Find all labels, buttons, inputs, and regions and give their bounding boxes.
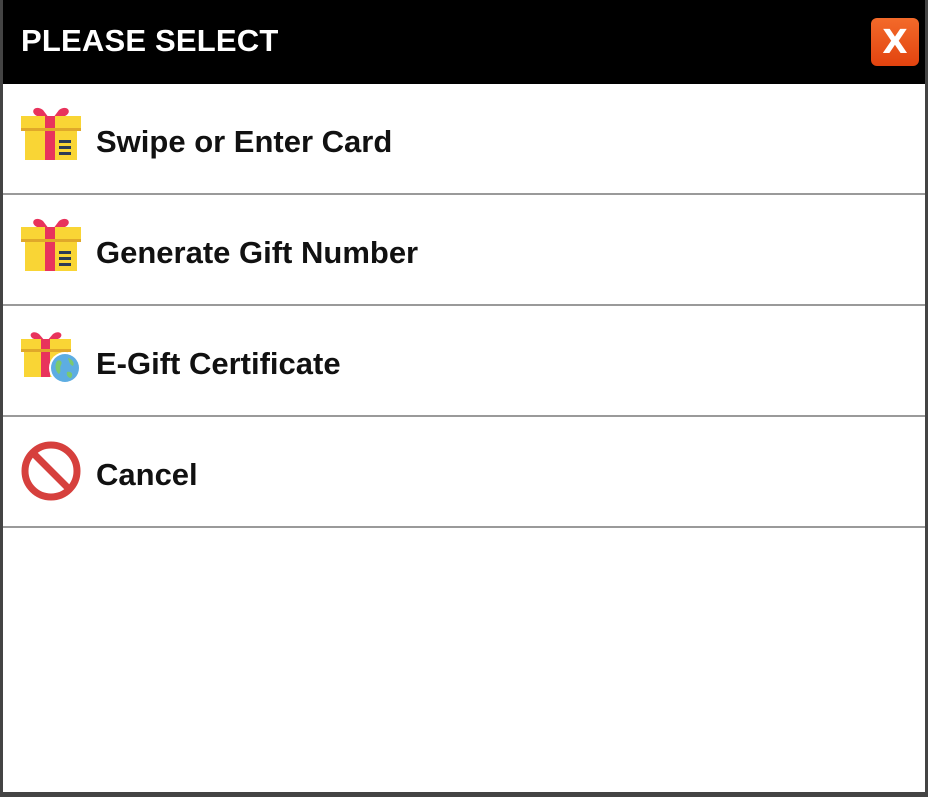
option-cancel[interactable]: Cancel <box>3 417 925 528</box>
dialog-title: PLEASE SELECT <box>21 23 279 58</box>
option-label: Generate Gift Number <box>96 235 419 270</box>
prohibited-icon <box>19 439 83 501</box>
option-swipe-or-enter-card[interactable]: Swipe or Enter Card <box>3 84 925 195</box>
gift-globe-icon <box>19 328 83 388</box>
option-label: Cancel <box>96 457 198 492</box>
select-dialog: PLEASE SELECT X Swipe or Enter Card Gene… <box>0 0 928 797</box>
close-button[interactable]: X <box>871 18 919 66</box>
gift-card-icon <box>19 217 83 277</box>
option-e-gift-certificate[interactable]: E-Gift Certificate <box>3 306 925 417</box>
option-generate-gift-number[interactable]: Generate Gift Number <box>3 195 925 306</box>
close-icon: X <box>882 22 908 61</box>
gift-card-icon <box>19 106 83 166</box>
option-label: Swipe or Enter Card <box>96 124 393 159</box>
option-list: Swipe or Enter Card Generate Gift Number <box>3 84 925 528</box>
dialog-titlebar: PLEASE SELECT X <box>3 0 925 84</box>
option-label: E-Gift Certificate <box>96 346 341 381</box>
